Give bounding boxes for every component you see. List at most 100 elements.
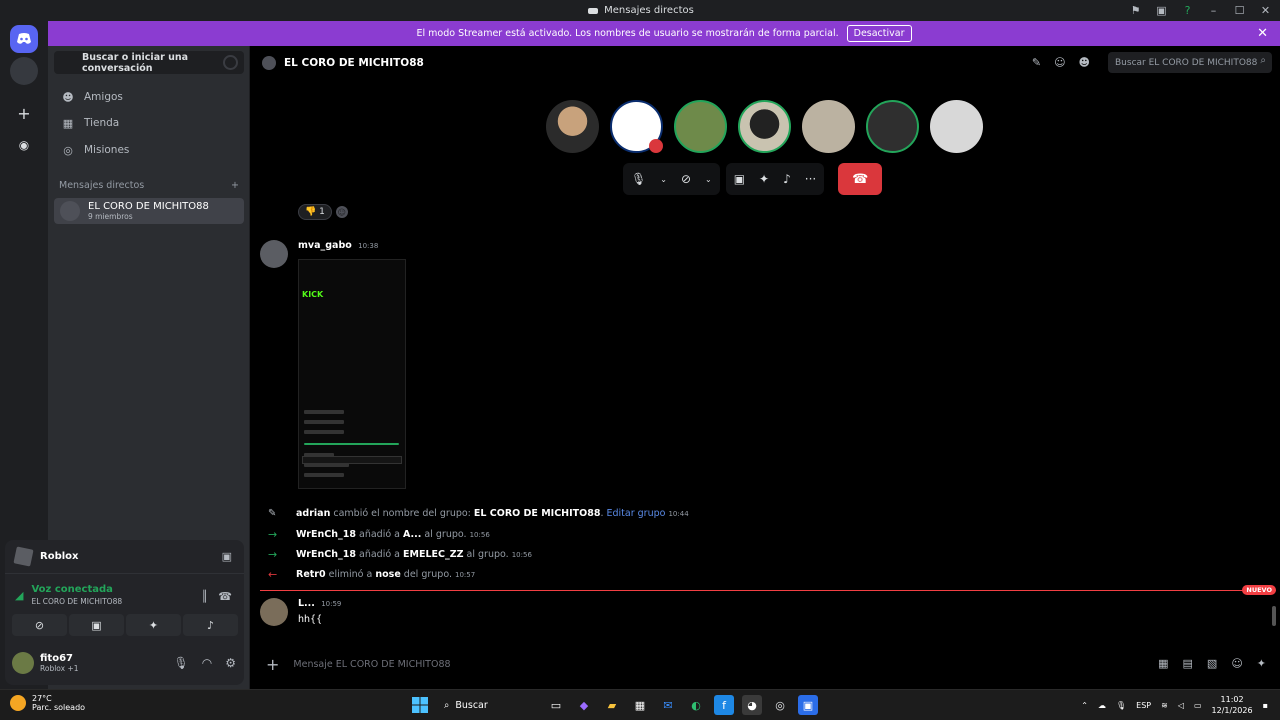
system-user[interactable]: WrEnCh_18 [296,529,356,540]
notifications-icon[interactable]: ▪ [1263,701,1268,710]
explore-icon[interactable]: ◉ [10,131,38,159]
scrollbar[interactable] [1272,606,1276,626]
hang-up-button[interactable]: ☎ [838,163,883,195]
chevron-down-icon[interactable]: ⌄ [705,175,712,184]
chevron-up-icon[interactable]: ⌃ [1081,701,1088,710]
microphone-icon[interactable]: 🎙 [1116,701,1126,710]
camera-off-button[interactable]: ⊘ [12,614,67,636]
screen-share-icon[interactable]: ▣ [734,172,745,186]
flag-icon[interactable]: ⚑ [1129,4,1142,17]
gear-icon[interactable]: ⚙ [225,656,236,670]
arrow-right-icon: → [268,548,278,561]
wifi-icon[interactable]: ≋ [1161,701,1168,710]
add-server-icon[interactable]: + [10,99,38,127]
battery-icon[interactable]: ▭ [1194,701,1202,710]
edit-group-link[interactable]: Editar grupo [606,508,665,519]
search-conversation-button[interactable]: Buscar o iniciar una conversación [54,51,244,74]
camera-off-icon[interactable]: ⊘ [681,172,691,186]
participant-avatar[interactable] [738,100,791,153]
app-icon[interactable]: ▣ [798,695,818,715]
system-target[interactable]: A... [403,529,421,540]
home-button[interactable] [10,25,38,53]
maximize-button[interactable]: ☐ [1233,4,1246,17]
activity-bar[interactable]: Roblox ▣ [5,540,244,574]
dm-header: Mensajes directos + [59,180,239,191]
members-icon[interactable]: ☻ [1079,56,1090,69]
avatar[interactable] [260,598,288,626]
participant-avatar[interactable] [930,100,983,153]
author-name[interactable]: mva_gabo [298,240,352,251]
muted-icon [649,139,663,153]
system-target[interactable]: EMELEC_ZZ [403,549,463,560]
nav-quests[interactable]: ◎ Misiones [56,138,242,162]
current-user[interactable]: fito67 Roblox +1 [12,652,79,674]
activities-icon[interactable]: ✦ [759,172,769,186]
add-reaction-icon[interactable]: ☺ [335,206,348,218]
system-target[interactable]: nose [375,569,400,580]
author-name[interactable]: L... [298,598,315,609]
chevron-down-icon[interactable]: ⌄ [660,175,667,184]
add-dm-icon[interactable]: + [231,180,239,191]
store-icon[interactable]: ▦ [630,695,650,715]
help-icon[interactable]: ? [1181,4,1194,17]
system-suffix: al grupo. [424,529,467,540]
cloud-icon[interactable]: ☁ [1098,701,1106,710]
stream-icon[interactable]: ▣ [222,550,232,563]
more-icon[interactable]: ··· [805,172,816,186]
taskbar-apps: ⌕ Buscar ▭ ◆ ▰ ▦ ✉ ◐ f ◕ ◎ ▣ [410,694,818,716]
close-icon[interactable]: ✕ [1257,26,1268,41]
reaction-pill[interactable]: 👎 1 [298,204,332,220]
file-explorer-icon[interactable]: ▰ [602,695,622,715]
microphone-icon[interactable]: 🎙 [631,172,646,186]
weather-widget[interactable]: 27°C Parc. soleado [10,694,85,712]
microphone-icon[interactable]: 🎙 [174,656,189,670]
close-window-button[interactable]: ✕ [1259,4,1272,17]
disable-streamer-button[interactable]: Desactivar [846,25,912,42]
volume-icon[interactable]: ◁ [1178,701,1184,710]
nav-friends[interactable]: ☻ Amigos [56,85,242,109]
task-view-icon[interactable]: ▭ [546,695,566,715]
discord-taskbar-icon[interactable]: ◕ [742,695,762,715]
disconnect-icon[interactable]: ☎ [218,590,232,603]
participant-avatar[interactable] [610,100,663,153]
header-search[interactable]: Buscar EL CORO DE MICHITO88 ⌕ [1108,52,1272,73]
add-member-icon[interactable]: ☺ [1054,56,1065,69]
plus-icon[interactable]: + [266,655,279,674]
avatar[interactable] [260,240,288,268]
emoji-icon[interactable]: ☺ [1231,657,1242,670]
clock[interactable]: 11:02 12/1/2026 [1212,694,1253,716]
pin-icon[interactable]: ✎ [1032,56,1041,69]
chrome-icon[interactable]: ◎ [770,695,790,715]
gift-icon[interactable]: ▦ [1158,657,1168,670]
edge-icon[interactable]: ◐ [686,695,706,715]
minimize-button[interactable]: – [1207,4,1220,17]
server-icon[interactable] [10,57,38,85]
gif-icon[interactable]: ▤ [1183,657,1193,670]
inbox-icon[interactable]: ▣ [1155,4,1168,17]
soundboard-button[interactable]: ♪ [183,614,238,636]
noise-icon[interactable]: ║ [201,590,208,603]
mail-icon[interactable]: ✉ [658,695,678,715]
participant-avatar[interactable] [546,100,599,153]
sticker-icon[interactable]: ▧ [1207,657,1217,670]
system-user[interactable]: Retr0 [296,569,326,580]
windows-start-icon[interactable] [410,695,430,715]
dm-item-group[interactable]: EL CORO DE MICHITO88 9 miembros [54,198,244,224]
language-indicator[interactable]: ESP [1136,701,1151,710]
taskbar-search[interactable]: ⌕ Buscar [438,694,538,716]
participant-avatar[interactable] [674,100,727,153]
app-icon[interactable]: f [714,695,734,715]
soundboard-icon[interactable]: ♪ [783,172,791,186]
image-attachment[interactable]: KICK [298,259,406,489]
participant-avatar[interactable] [866,100,919,153]
participant-avatar[interactable] [802,100,855,153]
message-composer[interactable]: + Mensaje EL CORO DE MICHITO88 ▦ ▤ ▧ ☺ ✦ [258,649,1274,679]
screen-share-button[interactable]: ▣ [69,614,124,636]
activities-button[interactable]: ✦ [126,614,181,636]
apps-icon[interactable]: ✦ [1257,657,1266,670]
system-user[interactable]: adrian [296,508,330,519]
nav-shop[interactable]: ▦ Tienda [56,111,242,135]
headphones-icon[interactable]: ◠ [202,656,212,670]
copilot-icon[interactable]: ◆ [574,695,594,715]
system-user[interactable]: WrEnCh_18 [296,549,356,560]
